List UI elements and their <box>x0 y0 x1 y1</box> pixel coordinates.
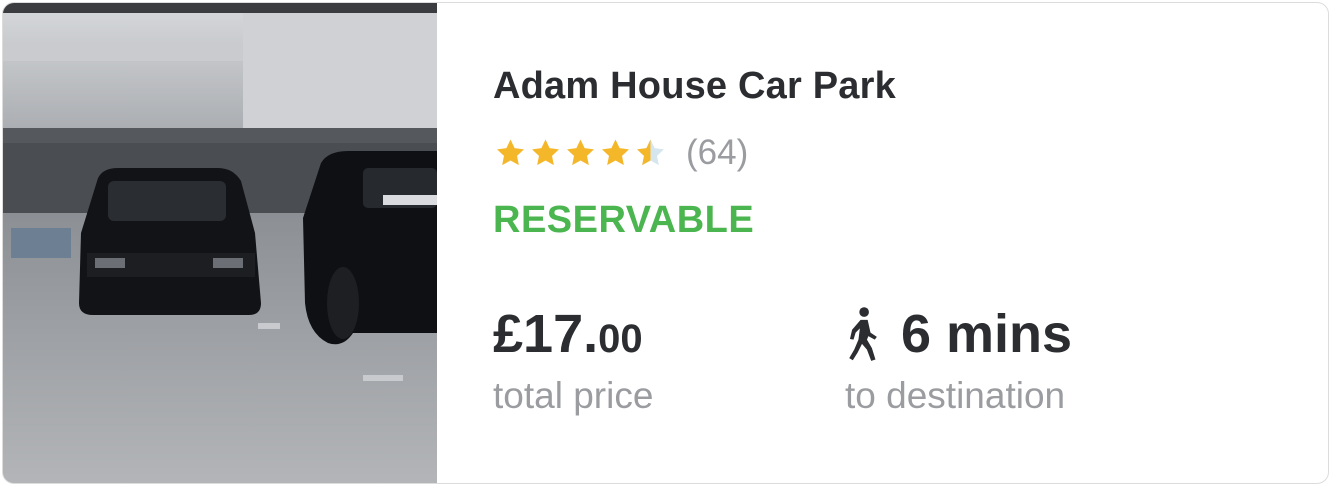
walking-person-icon <box>849 307 877 361</box>
star-rating <box>493 136 668 170</box>
walk-time-value: 6 mins <box>901 304 1073 364</box>
price-value: £17. 00 <box>493 303 653 365</box>
review-count: (64) <box>686 133 749 172</box>
listing-info: Adam House Car Park (64) RESERVABLE £17.… <box>493 3 1328 483</box>
rating-row: (64) <box>493 133 748 173</box>
price-label: total price <box>493 375 654 416</box>
star-icon <box>602 139 629 166</box>
car-park-card[interactable]: Adam House Car Park (64) RESERVABLE £17.… <box>2 2 1329 484</box>
price-cents: 00 <box>598 317 643 361</box>
half-star-icon <box>637 139 664 166</box>
star-icon <box>497 139 524 166</box>
star-icon <box>567 139 594 166</box>
walk-time: 6 mins <box>845 303 1072 365</box>
star-icon <box>532 139 559 166</box>
walk-label: to destination <box>845 375 1066 416</box>
car-park-photo <box>3 3 437 483</box>
price-main: £17. <box>493 304 599 364</box>
status-badge: RESERVABLE <box>493 199 755 241</box>
walk-block: 6 mins to destination <box>845 303 1072 417</box>
price-block: £17. 00 total price <box>493 303 653 417</box>
car-park-title[interactable]: Adam House Car Park <box>493 65 896 108</box>
